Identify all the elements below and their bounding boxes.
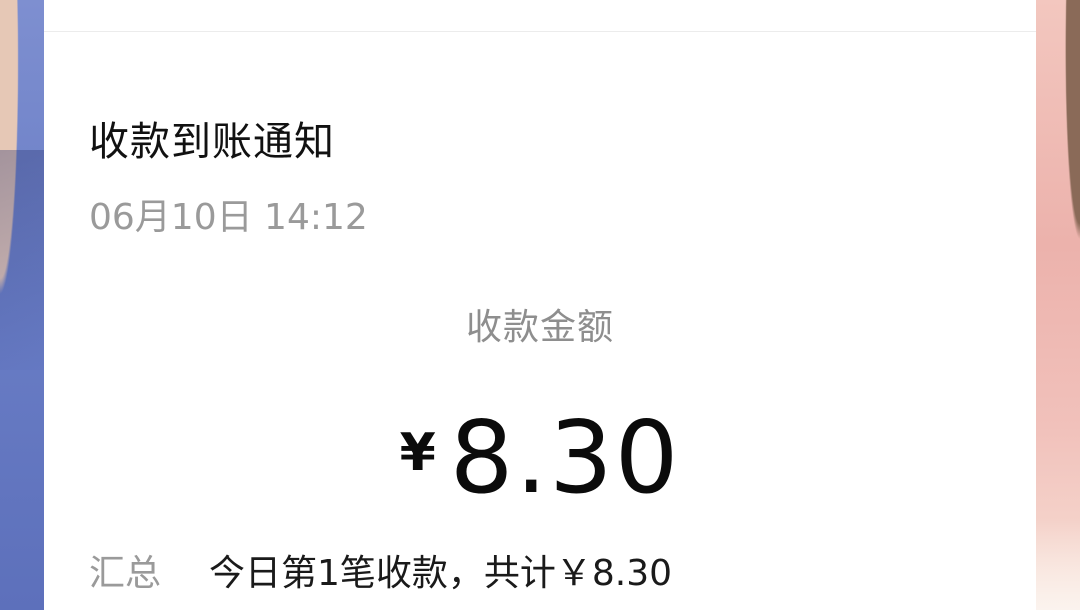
summary-row: 汇总 今日第1笔收款，共计￥8.30: [89, 548, 672, 600]
payment-notification-card[interactable]: 收款到账通知 06月10日 14:12 收款金额 ¥8.30 汇总 今日第1笔收款…: [44, 0, 1036, 610]
amount-display: ¥8.30: [44, 398, 1036, 542]
notification-title: 收款到账通知: [89, 119, 335, 165]
summary-value: 今日第1笔收款，共计￥8.30: [209, 553, 673, 594]
screen: 收款到账通知 06月10日 14:12 收款金额 ¥8.30 汇总 今日第1笔收款…: [0, 0, 1080, 610]
amount-value: 8.30: [449, 399, 681, 516]
summary-key: 汇总: [89, 553, 162, 594]
background-photo-left: [0, 0, 44, 610]
notification-timestamp: 06月10日 14:12: [89, 197, 368, 238]
card-header-divider: [44, 31, 1036, 32]
currency-symbol: ¥: [399, 423, 436, 483]
amount-label: 收款金额: [465, 307, 614, 348]
background-photo-right: [1036, 0, 1080, 610]
